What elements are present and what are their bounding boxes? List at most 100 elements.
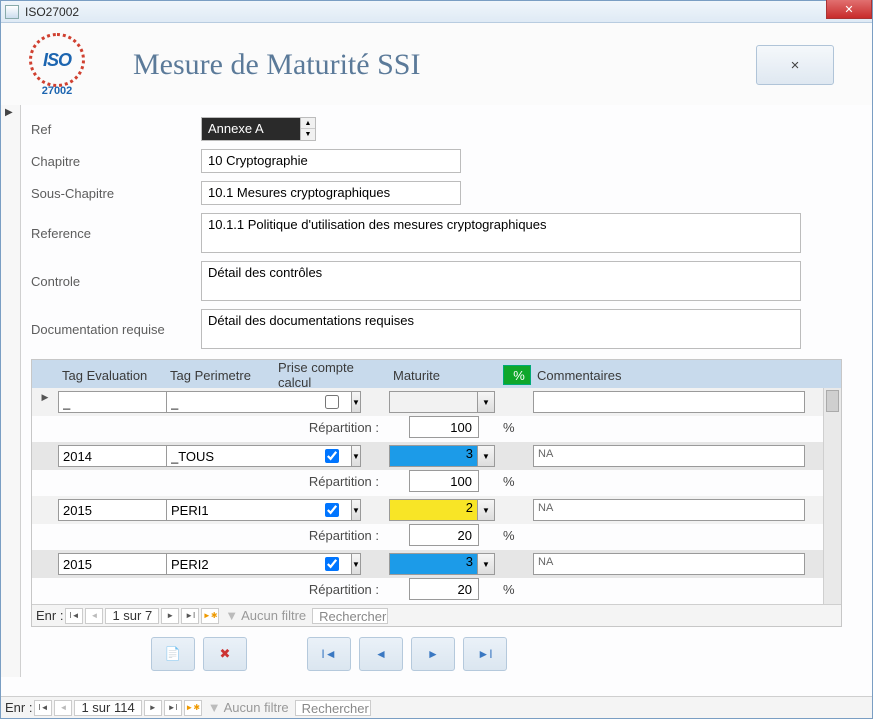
maturite-combo[interactable]: 3▼ [389, 553, 495, 575]
comment-field[interactable]: NA [533, 445, 805, 467]
outernav-filter: ▼Aucun filtre [204, 700, 293, 715]
repartition-label: Répartition : [274, 474, 389, 489]
row-selector[interactable] [32, 442, 58, 470]
maturite-value[interactable]: 2 [389, 499, 477, 521]
outernav-label: Enr : [5, 700, 32, 715]
table-row: ▶▼▼▼ [32, 388, 841, 416]
dropdown-arrow-icon[interactable]: ▼ [477, 499, 495, 521]
delete-record-button[interactable]: ✖ [203, 637, 247, 671]
repartition-input[interactable] [409, 470, 479, 492]
maturite-value[interactable]: 3 [389, 445, 477, 467]
repartition-line: Répartition :% [32, 470, 841, 496]
dropdown-arrow-icon[interactable]: ▼ [477, 553, 495, 575]
subnav-first[interactable]: I◄ [65, 608, 83, 624]
new-record-button[interactable]: 📄 [151, 637, 195, 671]
subnav-pos[interactable]: 1 sur 7 [105, 608, 159, 624]
delete-record-icon: ✖ [220, 646, 231, 662]
subnav-last[interactable]: ►I [181, 608, 199, 624]
row-controle: Controle Détail des contrôles [31, 261, 842, 301]
prise-checkbox[interactable] [325, 503, 339, 517]
repartition-line: Répartition :% [32, 524, 841, 550]
tag-perim-combo[interactable]: ▼ [166, 445, 268, 467]
repartition-input[interactable] [409, 524, 479, 546]
scrollbar-thumb[interactable] [826, 390, 839, 412]
tag-eval-combo[interactable]: ▼ [58, 553, 160, 575]
next-button[interactable]: ► [411, 637, 455, 671]
maturite-combo[interactable]: ▼ [389, 391, 495, 413]
last-button[interactable]: ►I [463, 637, 507, 671]
subnav-prev[interactable]: ◄ [85, 608, 103, 624]
tag-perim-combo[interactable]: ▼ [166, 499, 268, 521]
toolbar: 📄 ✖ I◄ ◄ ► ►I [31, 631, 842, 677]
prise-checkbox[interactable] [325, 557, 339, 571]
repartition-label: Répartition : [274, 528, 389, 543]
prev-button[interactable]: ◄ [359, 637, 403, 671]
outernav-pos[interactable]: 1 sur 114 [74, 700, 141, 716]
label-chapitre: Chapitre [31, 154, 201, 169]
tag-perim-combo[interactable]: ▼ [166, 553, 268, 575]
maturite-combo[interactable]: 2▼ [389, 499, 495, 521]
maturite-value[interactable]: 3 [389, 553, 477, 575]
outernav-first[interactable]: I◄ [34, 700, 52, 716]
ref-spinner: ▲ ▼ [301, 117, 316, 141]
tag-perim-combo[interactable]: ▼ [166, 391, 268, 413]
tag-eval-combo[interactable]: ▼ [58, 499, 160, 521]
maturite-value[interactable] [389, 391, 477, 413]
row-selector[interactable]: ▶ [32, 388, 58, 416]
comment-field[interactable]: NA [533, 553, 805, 575]
window-close-button[interactable]: ✕ [826, 0, 872, 19]
first-button[interactable]: I◄ [307, 637, 351, 671]
comment-field[interactable] [533, 391, 805, 413]
repartition-input[interactable] [409, 578, 479, 600]
repartition-line: Répartition :% [32, 416, 841, 442]
filter-icon: ▼ [208, 700, 221, 715]
record-selector[interactable] [1, 105, 21, 677]
subnav-label: Enr : [36, 608, 63, 623]
ref-spin-down[interactable]: ▼ [301, 129, 315, 140]
ref-spin-up[interactable]: ▲ [301, 118, 315, 129]
tag-eval-combo[interactable]: ▼ [58, 391, 160, 413]
subform-scrollbar[interactable] [823, 388, 841, 604]
reference-field[interactable]: 10.1.1 Politique d'utilisation des mesur… [201, 213, 801, 253]
outernav-prev[interactable]: ◄ [54, 700, 72, 716]
doc-field[interactable]: Détail des documentations requises [201, 309, 801, 349]
row-ref: Ref Annexe A ▲ ▼ [31, 117, 842, 141]
prise-checkbox-cell [274, 554, 389, 574]
percent-button[interactable]: % [503, 365, 531, 385]
subform-rows: ▶▼▼▼Répartition :%▼▼3▼NARépartition :%▼▼… [32, 388, 841, 604]
sous-chapitre-field[interactable]: 10.1 Mesures cryptographiques [201, 181, 461, 205]
ref-field[interactable]: Annexe A [201, 117, 301, 141]
subnav-next[interactable]: ► [161, 608, 179, 624]
dropdown-arrow-icon[interactable]: ▼ [477, 391, 495, 413]
page-title: Mesure de Maturité SSI [97, 48, 756, 82]
prise-checkbox[interactable] [325, 395, 339, 409]
window-title: ISO27002 [25, 5, 868, 19]
controle-field[interactable]: Détail des contrôles [201, 261, 801, 301]
outer-nav: Enr : I◄ ◄ 1 sur 114 ► ►I ►✱ ▼Aucun filt… [1, 696, 872, 718]
outernav-last[interactable]: ►I [164, 700, 182, 716]
maturite-combo[interactable]: 3▼ [389, 445, 495, 467]
outernav-next[interactable]: ► [144, 700, 162, 716]
outernav-search[interactable]: Rechercher [295, 700, 371, 716]
iso-logo: ISO 27002 [17, 33, 97, 97]
window-buttons: ✕ [824, 0, 872, 19]
new-record-icon: 📄 [165, 646, 181, 662]
prise-checkbox[interactable] [325, 449, 339, 463]
row-chapitre: Chapitre 10 Cryptographie [31, 149, 842, 173]
row-doc: Documentation requise Détail des documen… [31, 309, 842, 349]
close-form-button[interactable]: × [756, 45, 834, 85]
outernav-new[interactable]: ►✱ [184, 700, 202, 716]
label-controle: Controle [31, 274, 201, 289]
subnav-new[interactable]: ►✱ [201, 608, 219, 624]
dropdown-arrow-icon[interactable]: ▼ [477, 445, 495, 467]
chapitre-field[interactable]: 10 Cryptographie [201, 149, 461, 173]
label-sous-chapitre: Sous-Chapitre [31, 186, 201, 201]
tag-eval-combo[interactable]: ▼ [58, 445, 160, 467]
percent-sign: % [501, 582, 533, 597]
row-selector[interactable] [32, 550, 58, 578]
subnav-search[interactable]: Rechercher [312, 608, 388, 624]
percent-sign: % [501, 420, 533, 435]
repartition-input[interactable] [409, 416, 479, 438]
row-selector[interactable] [32, 496, 58, 524]
comment-field[interactable]: NA [533, 499, 805, 521]
